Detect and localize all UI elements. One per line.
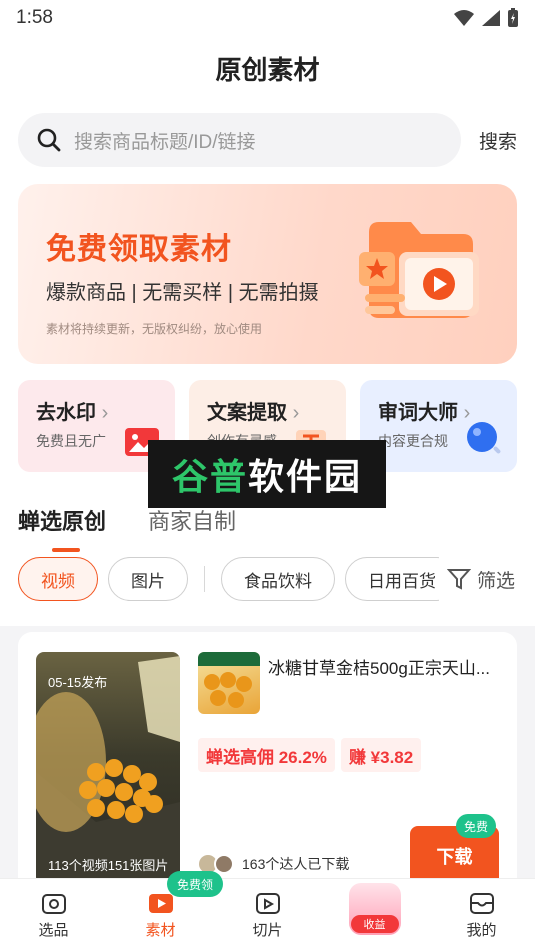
chevron-right-icon: › xyxy=(101,402,109,424)
earnings-icon: 收益 xyxy=(348,883,401,935)
tab-profile[interactable]: 我的 xyxy=(428,879,535,951)
tool-title: 去水印 xyxy=(36,402,96,424)
download-count: 163个达人已下载 xyxy=(242,856,350,872)
chip-food-drink[interactable]: 食品饮料 xyxy=(221,557,335,601)
folder-video-icon xyxy=(359,222,479,318)
filter-label: 筛选 xyxy=(477,570,516,592)
tab-select-product[interactable]: 选品 xyxy=(0,879,107,951)
free-material-banner[interactable]: 免费领取素材 爆款商品 | 无需买样 | 无需拍摄 素材将持续更新，无版权纠纷，… xyxy=(18,184,517,364)
commission-tags: 蝉选高佣 26.2% 赚 ¥3.82 xyxy=(198,738,422,772)
main-content: 免费领取素材 爆款商品 | 无需买样 | 无需拍摄 素材将持续更新，无版权纠纷，… xyxy=(0,180,535,892)
signal-icon xyxy=(482,10,500,26)
watermark-logo: 谷普 软件园 xyxy=(148,440,386,508)
camera-bag-icon xyxy=(41,894,66,914)
kumquat-package-image xyxy=(198,652,260,708)
free-badge: 免费 xyxy=(456,814,497,838)
search-icon xyxy=(37,128,61,152)
magnifier-ball-icon xyxy=(467,422,501,454)
chevron-right-icon: › xyxy=(292,402,300,424)
inbox-icon xyxy=(469,893,494,914)
chip-video[interactable]: 视频 xyxy=(18,557,98,601)
search-placeholder: 搜索商品标题/ID/链接 xyxy=(74,131,256,153)
material-feed: 05-15发布 113个视频151张图片 冰糖甘草金桔500g正宗天山... 蝉… xyxy=(0,626,535,892)
status-bar: 1:58 xyxy=(0,0,535,36)
chip-divider xyxy=(204,566,205,592)
watermark-white-text: 软件园 xyxy=(248,456,363,497)
banner-note: 素材将持续更新，无版权纠纷，放心使用 xyxy=(46,322,263,336)
tab-earnings[interactable]: 收益 xyxy=(321,879,428,951)
banner-title: 免费领取素材 xyxy=(46,233,232,266)
tab-merchant-made[interactable]: 商家自制 xyxy=(148,504,236,536)
filter-icon xyxy=(447,569,471,590)
product-title[interactable]: 冰糖甘草金桔500g正宗天山... xyxy=(268,654,504,679)
tab-label: 选品 xyxy=(38,922,69,939)
video-play-icon xyxy=(148,894,173,913)
tool-title: 审词大师 xyxy=(378,402,458,424)
watermark-green-text: 谷普 xyxy=(171,456,248,497)
bottom-tab-bar: 选品 免费领 素材 切片 收益 我的 xyxy=(0,871,535,951)
commission-tag: 蝉选高佣 26.2% xyxy=(198,738,335,772)
battery-icon xyxy=(508,8,518,27)
tab-clips[interactable]: 切片 xyxy=(214,879,321,951)
product-thumbnail[interactable] xyxy=(198,652,260,714)
tab-original[interactable]: 蝉选原创 xyxy=(18,504,106,552)
status-time: 1:58 xyxy=(16,7,53,28)
product-card[interactable]: 05-15发布 113个视频151张图片 冰糖甘草金桔500g正宗天山... 蝉… xyxy=(18,632,517,892)
download-stat: 163个达人已下载 xyxy=(198,854,349,874)
earn-tag: 赚 ¥3.82 xyxy=(340,738,422,772)
banner-subtitle: 爆款商品 | 无需买样 | 无需拍摄 xyxy=(46,282,319,304)
search-input[interactable]: 搜索商品标题/ID/链接 xyxy=(18,113,461,167)
page-title: 原创素材 xyxy=(215,54,320,85)
tab-materials[interactable]: 免费领 素材 xyxy=(107,871,224,951)
search-button[interactable]: 搜索 xyxy=(479,127,517,154)
publish-date: 05-15发布 xyxy=(48,675,108,690)
media-count: 113个视频151张图片 xyxy=(48,858,169,873)
status-icons xyxy=(453,8,519,28)
header: 原创素材 xyxy=(0,36,535,100)
video-cover[interactable]: 05-15发布 113个视频151张图片 xyxy=(36,652,180,884)
wifi-icon xyxy=(454,10,474,26)
tool-title: 文案提取 xyxy=(207,402,287,424)
chip-image[interactable]: 图片 xyxy=(108,557,188,601)
tab-label: 素材 xyxy=(145,922,176,939)
earnings-label: 收益 xyxy=(350,915,399,933)
search-row: 搜索商品标题/ID/链接 搜索 xyxy=(0,100,535,180)
filter-button[interactable]: 筛选 xyxy=(439,554,535,604)
clip-icon xyxy=(255,893,280,914)
tab-label: 切片 xyxy=(252,922,283,939)
tab-label: 我的 xyxy=(466,922,497,939)
filter-chips: 视频 图片 食品饮料 日用百货 筛选 xyxy=(18,554,535,604)
